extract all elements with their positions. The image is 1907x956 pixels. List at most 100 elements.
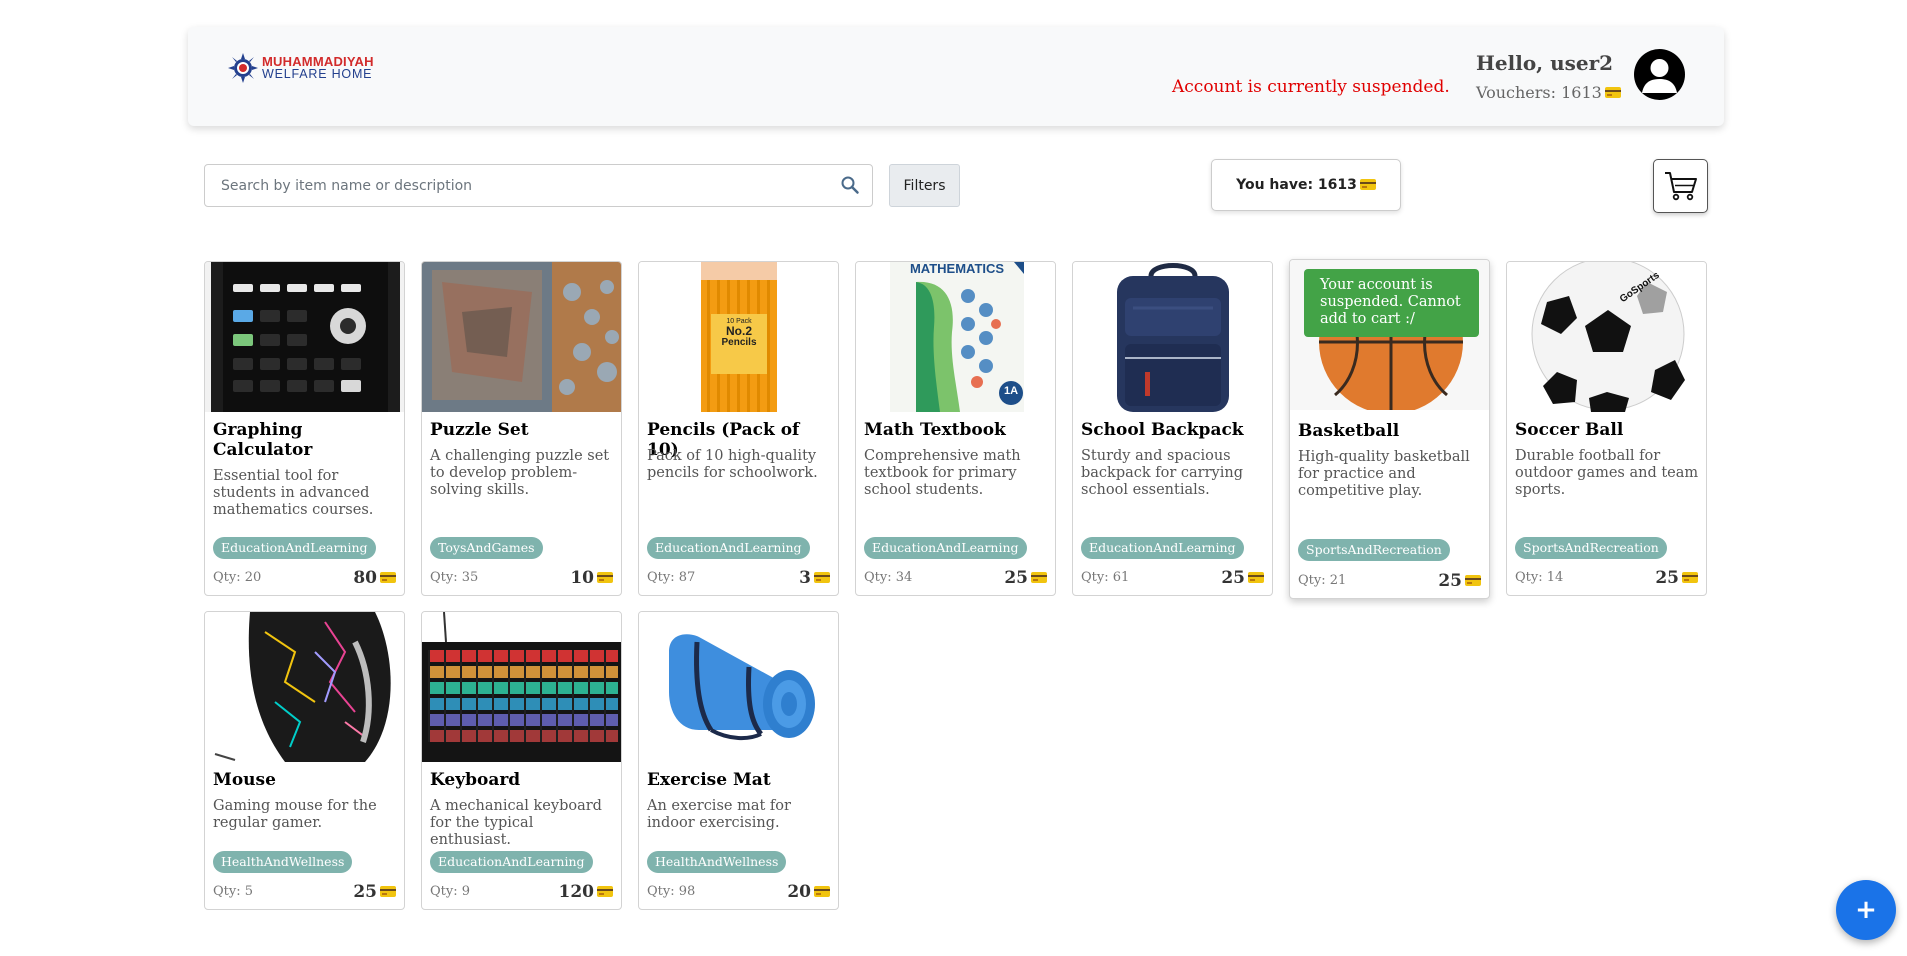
- credit-card-icon: [1604, 87, 1621, 98]
- product-name: Puzzle Set: [430, 420, 529, 440]
- graphing-calculator-image: [205, 262, 404, 412]
- balance-label: You have: 1613: [1236, 177, 1357, 193]
- product-description: Sturdy and spacious backpack for carryin…: [1081, 448, 1243, 498]
- product-price: 120: [558, 882, 613, 902]
- search-input[interactable]: [204, 164, 873, 207]
- pencils-image: 10 Pack No.2 Pencils: [639, 262, 838, 412]
- credit-card-icon: [597, 886, 613, 897]
- product-card-puzzle-set[interactable]: Puzzle Set A challenging puzzle set to d…: [421, 261, 622, 596]
- voucher-balance: You have: 1613: [1211, 159, 1401, 211]
- product-price: 25: [1004, 568, 1047, 588]
- product-price: 25: [1221, 568, 1264, 588]
- product-description: A mechanical keyboard for the typical en…: [430, 798, 602, 848]
- product-qty: Qty: 87: [647, 570, 696, 585]
- pencil-box-label: 10 Pack No.2 Pencils: [711, 318, 767, 348]
- price-value: 25: [1655, 568, 1679, 588]
- product-description: High-quality basketball for practice and…: [1298, 449, 1470, 499]
- pencil-box-line-3: Pencils: [721, 336, 757, 348]
- vouchers-label: Vouchers: 1613: [1476, 83, 1602, 102]
- shopping-cart-icon: [1664, 172, 1697, 201]
- price-value: 25: [353, 882, 377, 902]
- user-greeting: Hello, user2: [1476, 51, 1614, 75]
- avatar[interactable]: [1634, 49, 1685, 100]
- product-price: 10: [570, 568, 613, 588]
- keyboard-image: [422, 612, 621, 762]
- product-card-keyboard[interactable]: Keyboard A mechanical keyboard for the t…: [421, 611, 622, 910]
- category-tag: EducationAndLearning: [647, 537, 810, 559]
- price-value: 25: [1004, 568, 1028, 588]
- product-card-school-backpack[interactable]: School Backpack Sturdy and spacious back…: [1072, 261, 1273, 596]
- product-name: Keyboard: [430, 770, 521, 790]
- product-qty: Qty: 98: [647, 884, 696, 899]
- math-textbook-image: MATHEMATICS 1A: [856, 262, 1055, 412]
- product-description: Durable football for outdoor games and t…: [1515, 448, 1699, 498]
- credit-card-icon: [380, 886, 396, 897]
- vouchers-count: Vouchers: 1613: [1476, 83, 1621, 102]
- exercise-mat-image: [639, 612, 838, 762]
- product-name: School Backpack: [1081, 420, 1244, 440]
- mouse-image: [205, 612, 404, 762]
- product-qty: Qty: 14: [1515, 570, 1564, 585]
- cart-button[interactable]: [1653, 159, 1708, 213]
- add-fab-button[interactable]: +: [1836, 880, 1896, 940]
- price-value: 120: [558, 882, 595, 902]
- category-tag: ToysAndGames: [430, 537, 543, 559]
- product-qty: Qty: 61: [1081, 570, 1130, 585]
- search-icon[interactable]: [840, 175, 860, 195]
- product-qty: Qty: 34: [864, 570, 913, 585]
- category-tag: EducationAndLearning: [430, 851, 593, 873]
- category-tag: EducationAndLearning: [1081, 537, 1244, 559]
- sun-emblem-icon: [228, 53, 258, 83]
- top-header: MUHAMMADIYAH WELFARE HOME Account is cur…: [188, 27, 1724, 126]
- credit-card-icon: [1031, 572, 1047, 583]
- product-description: A challenging puzzle set to develop prob…: [430, 448, 610, 498]
- suspended-message: Account is currently suspended.: [1172, 77, 1450, 97]
- product-price: 20: [787, 882, 830, 902]
- product-name: Math Textbook: [864, 420, 1006, 440]
- product-card-math-textbook[interactable]: MATHEMATICS 1A Math Textbook Comprehensi…: [855, 261, 1056, 596]
- product-price: 3: [799, 568, 830, 588]
- category-tag: HealthAndWellness: [647, 851, 787, 873]
- school-backpack-image: [1073, 262, 1272, 412]
- credit-card-icon: [380, 572, 396, 583]
- product-name: Basketball: [1298, 421, 1400, 441]
- credit-card-icon: [597, 572, 613, 583]
- credit-card-icon: [1682, 572, 1698, 583]
- filters-button[interactable]: Filters: [889, 164, 960, 207]
- category-tag: HealthAndWellness: [213, 851, 353, 873]
- product-description: Essential tool for students in advanced …: [213, 468, 374, 518]
- category-tag: EducationAndLearning: [213, 537, 376, 559]
- product-card-exercise-mat[interactable]: Exercise Mat An exercise mat for indoor …: [638, 611, 839, 910]
- product-qty: Qty: 35: [430, 570, 479, 585]
- credit-card-icon: [1465, 575, 1481, 586]
- product-name: Mouse: [213, 770, 276, 790]
- product-card-soccer-ball[interactable]: GoSports Soccer Ball Durable football fo…: [1506, 261, 1707, 596]
- suspended-toast: Your account is suspended. Cannot add to…: [1304, 269, 1479, 337]
- category-tag: SportsAndRecreation: [1298, 539, 1450, 561]
- credit-card-icon: [1248, 572, 1264, 583]
- product-qty: Qty: 9: [430, 884, 471, 899]
- logo-line-2: WELFARE HOME: [262, 67, 373, 82]
- product-name: Soccer Ball: [1515, 420, 1624, 440]
- product-name: Graphing Calculator: [213, 420, 313, 460]
- product-card-graphing-calculator[interactable]: Graphing Calculator Essential tool for s…: [204, 261, 405, 596]
- price-value: 20: [787, 882, 811, 902]
- logo[interactable]: MUHAMMADIYAH WELFARE HOME: [228, 53, 374, 83]
- user-avatar-icon: [1642, 59, 1677, 93]
- product-name: Exercise Mat: [647, 770, 771, 790]
- price-value: 25: [1221, 568, 1245, 588]
- product-card-pencils[interactable]: 10 Pack No.2 Pencils Pencils (Pack of 10…: [638, 261, 839, 596]
- puzzle-set-image: [422, 262, 621, 412]
- product-card-mouse[interactable]: Mouse Gaming mouse for the regular gamer…: [204, 611, 405, 910]
- price-value: 80: [353, 568, 377, 588]
- product-qty: Qty: 21: [1298, 573, 1347, 588]
- cover-title: MATHEMATICS: [909, 262, 1005, 276]
- credit-card-icon: [814, 572, 830, 583]
- category-tag: EducationAndLearning: [864, 537, 1027, 559]
- product-price: 25: [1438, 571, 1481, 591]
- price-value: 10: [570, 568, 594, 588]
- product-description: Gaming mouse for the regular gamer.: [213, 798, 377, 831]
- credit-card-icon: [1359, 178, 1376, 190]
- product-qty: Qty: 20: [213, 570, 262, 585]
- product-price: 25: [1655, 568, 1698, 588]
